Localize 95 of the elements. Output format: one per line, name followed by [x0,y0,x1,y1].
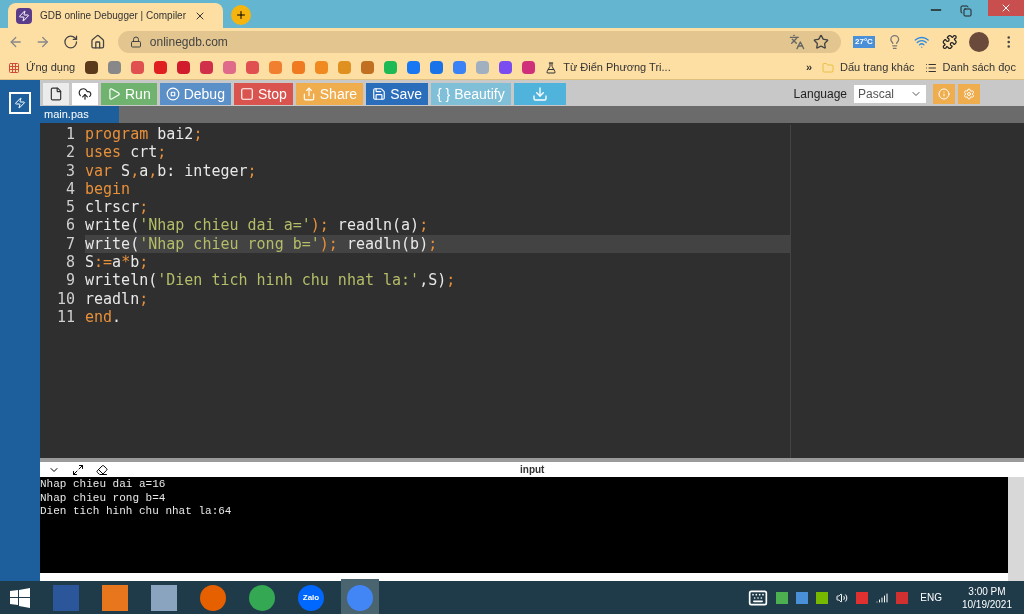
code-line: write('Nhap chieu dai a='); readln(a); [85,216,430,235]
circle-icon [165,87,180,101]
tray-icon[interactable] [896,591,909,604]
language-label: Language [793,86,847,103]
language-indicator[interactable]: ENG [920,590,942,605]
stop-icon [239,87,254,101]
file-tab[interactable]: main.pas [40,106,119,123]
line-number: 2 [64,143,75,162]
windows-icon[interactable] [10,587,30,608]
bookmark-icon[interactable] [177,61,191,74]
bookmark-link[interactable]: Từ Điển Phương Tri... [563,59,671,76]
lock-icon [129,36,142,48]
scrollbar[interactable] [1008,477,1024,581]
code-line: clrscr; [85,198,150,217]
browser-tab[interactable]: GDB online Debugger | Compiler [8,3,223,28]
debug-button[interactable]: Debug [159,83,231,105]
home-icon[interactable] [90,34,106,50]
star-icon[interactable] [813,34,829,50]
expand-icon[interactable] [72,463,84,476]
reload-icon[interactable] [62,34,79,50]
output-line: Dien tich hinh chu nhat la:64 [40,505,233,519]
settings-icon [963,88,975,100]
bookmark-link[interactable]: Ứng dụng [26,59,76,76]
upload-icon[interactable] [72,83,98,105]
code-line: end. [85,307,123,327]
download-icon [531,86,548,102]
extensions-icon[interactable] [941,34,958,50]
address-bar[interactable]: onlinegdb.com [117,31,841,53]
line-number: 11 [55,307,75,327]
line-number: 3 [64,161,75,180]
close-button[interactable] [988,0,1024,16]
line-number: 10 [55,289,75,308]
zalo-icon[interactable]: Zalo [298,584,324,611]
line-number: 4 [64,179,75,199]
code-line: begin [85,179,132,199]
bookmark-icon[interactable] [499,61,513,74]
console-title: input [520,463,545,477]
bookmark-icon[interactable] [522,61,536,74]
language-select[interactable]: Pascal [854,85,926,103]
plus-icon [235,9,247,21]
lightning-icon [16,7,32,24]
bookmark-icon[interactable] [154,61,168,74]
clock[interactable]: 3:00 PM 10/19/2021 [961,584,1012,611]
share-icon [301,87,316,101]
bookmark-link[interactable]: Dấu trang khác [840,59,915,76]
save-button[interactable]: Save [366,83,429,105]
tray-icon[interactable] [796,591,809,604]
line-number: 9 [64,271,75,290]
code-line: readln; [85,289,150,308]
line-number: 8 [64,253,75,272]
code-line: uses crt; [85,143,168,162]
output-line: Nhap chieu dai a=16 [40,478,167,492]
output-line: Nhap chieu rong b=4 [40,491,167,505]
flask-icon[interactable] [545,61,558,74]
bookmark-icon[interactable] [85,61,99,74]
line-number: 6 [64,216,75,235]
signal-icon[interactable] [876,591,889,604]
info-icon [938,88,950,100]
code-line: S:=a*b; [85,253,150,272]
new-file-icon[interactable] [43,83,69,105]
wave-icon[interactable] [914,34,930,50]
line-number: 5 [64,198,75,217]
restore-icon[interactable] [960,5,972,17]
url-text: onlinegdb.com [149,34,229,51]
tray-icon[interactable] [816,591,829,604]
bookmark-icon[interactable] [200,61,214,74]
tab-title: GDB online Debugger | Compiler [40,9,186,23]
bookmark-icon[interactable] [430,61,444,74]
new-tab-button[interactable] [231,5,251,25]
code-line: program bai2; [85,125,204,144]
language-value: Pascal [858,86,895,103]
stop-button[interactable]: Stop [233,83,293,105]
download-button[interactable] [513,83,566,105]
play-icon [107,87,121,101]
profile-avatar[interactable] [969,32,989,52]
more-bookmarks-button[interactable]: » [805,59,812,76]
line-number: 7 [64,234,75,254]
volume-icon[interactable] [836,591,849,604]
code-line: var S,a,b: integer; [85,161,258,180]
save-icon [372,87,387,101]
forward-icon[interactable] [35,34,51,50]
clear-icon[interactable] [96,463,108,476]
weather-badge[interactable]: 27°C [853,36,875,48]
code-line: writeln('Dien tich hinh chu nhat la:',S); [85,271,457,290]
apps-icon[interactable] [8,61,20,74]
bookmark-link[interactable]: Danh sách đọc [942,59,1016,76]
reading-list-icon[interactable] [924,61,937,74]
back-icon[interactable] [8,34,24,50]
close-icon [1000,2,1012,14]
translate-icon[interactable] [789,34,805,50]
line-number: 1 [64,125,75,144]
lightning-icon [14,97,26,109]
tray-icon[interactable] [856,591,869,604]
logo-icon[interactable] [9,92,31,114]
tray-icon[interactable] [776,591,789,604]
